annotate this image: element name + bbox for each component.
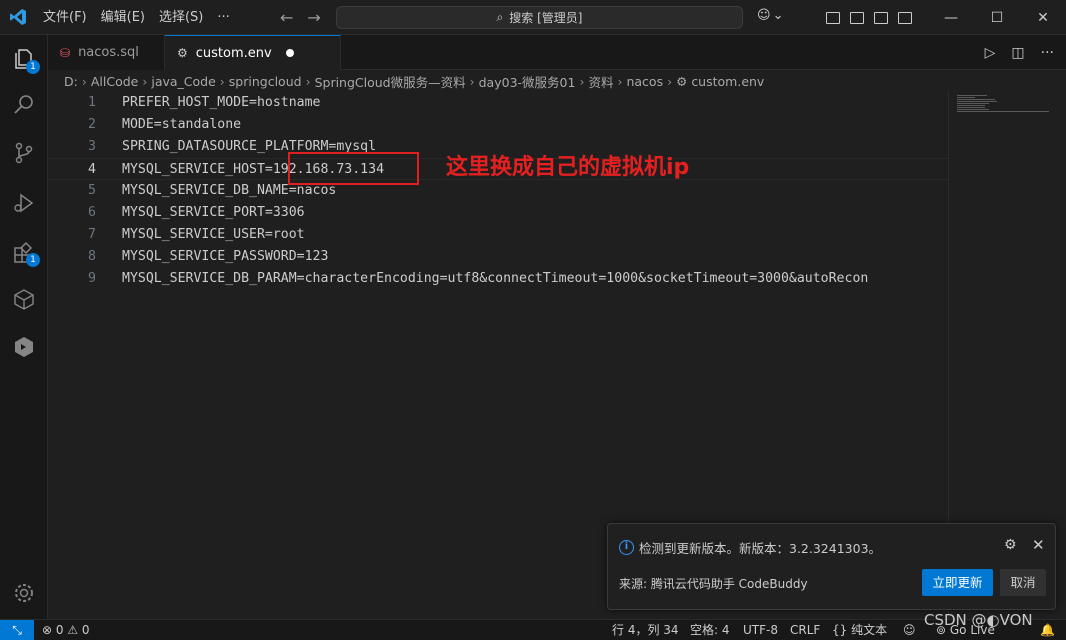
status-bar: ⤡ ⊗ 0 ⚠ 0 行 4，列 34 空格: 4 UTF-8 CRLF {} 纯… <box>0 619 1066 640</box>
line-text[interactable]: PREFER_HOST_MODE=hostname <box>122 92 321 114</box>
cursor-position[interactable]: 行 4，列 34 <box>612 620 679 640</box>
split-editor-icon[interactable]: ◫ <box>1011 45 1024 61</box>
run-debug-icon[interactable] <box>12 191 36 215</box>
editor-tab-bar: ⛁ nacos.sql ⚙ custom.env ▷ ◫ ··· <box>48 35 1066 70</box>
toggle-panel-left-icon[interactable] <box>850 11 864 24</box>
minimize-button[interactable]: — <box>928 0 974 35</box>
maximize-button[interactable]: ☐ <box>974 0 1020 35</box>
line-number: 5 <box>88 183 96 198</box>
code-line[interactable]: 8 MYSQL_SERVICE_PASSWORD=123 <box>48 246 948 268</box>
line-text[interactable]: MYSQL_SERVICE_DB_PARAM=characterEncoding… <box>122 268 868 290</box>
command-center-search[interactable]: ⌕ 搜索 [管理员] <box>336 6 743 29</box>
code-line[interactable]: 2 MODE=standalone <box>48 114 948 136</box>
copilot-status-icon[interactable]: ☺ <box>903 620 916 640</box>
menu-edit[interactable]: 编辑(E) <box>94 0 152 35</box>
language-mode[interactable]: {} 纯文本 <box>832 620 887 640</box>
update-notification: i 检测到更新版本。新版本：3.2.3241303。 ⚙ ✕ 来源: 腾讯云代码… <box>607 523 1056 610</box>
settings-file-icon: ⚙ <box>676 73 688 89</box>
line-text[interactable]: MYSQL_SERVICE_PORT=3306 <box>122 202 305 224</box>
line-number: 4 <box>88 162 96 177</box>
tab-label: custom.env <box>195 45 272 61</box>
breadcrumb-item[interactable]: java_Code <box>151 74 215 89</box>
cancel-button[interactable]: 取消 <box>1000 569 1046 596</box>
tab-nacos-sql[interactable]: ⛁ nacos.sql <box>48 35 165 70</box>
settings-file-icon: ⚙ <box>177 46 188 60</box>
breadcrumb-item[interactable]: custom.env <box>691 74 764 89</box>
search-icon: ⌕ <box>496 10 504 24</box>
annotation-text: 这里换成自己的虚拟机ip <box>446 155 690 180</box>
vscode-logo-icon <box>0 0 36 35</box>
toggle-sidebar-icon[interactable] <box>826 11 840 24</box>
notification-settings-gear-icon[interactable]: ⚙ <box>1004 537 1017 553</box>
unsaved-dot-icon[interactable] <box>285 49 294 57</box>
line-text[interactable]: MYSQL_SERVICE_PASSWORD=123 <box>122 246 328 268</box>
tab-label: nacos.sql <box>78 45 139 60</box>
breadcrumb-item[interactable]: D: <box>64 74 78 89</box>
copilot-menu[interactable]: ☺ ⌄ <box>757 8 783 23</box>
breadcrumb-item[interactable]: SpringCloud微服务—资料 <box>315 72 466 91</box>
breadcrumb-item[interactable]: day03-微服务01 <box>479 72 576 91</box>
copilot-icon: ☺ <box>757 8 771 23</box>
notifications-bell-icon[interactable]: 🔔 <box>1040 620 1055 640</box>
menu-selection[interactable]: 选择(S) <box>152 0 210 35</box>
manage-gear-icon[interactable] <box>12 581 36 605</box>
close-window-button[interactable]: ✕ <box>1020 0 1066 35</box>
ip-highlight-box <box>288 152 419 185</box>
explorer-badge: 1 <box>26 60 40 74</box>
back-arrow-icon[interactable]: ← <box>280 8 293 27</box>
line-number: 1 <box>88 95 96 110</box>
line-number: 3 <box>88 139 96 154</box>
search-icon[interactable] <box>12 93 36 117</box>
toggle-panel-icon[interactable] <box>874 11 888 24</box>
codebuddy-icon[interactable] <box>12 335 36 359</box>
breadcrumb-item[interactable]: 资料 <box>588 72 613 91</box>
activity-bar: 1 1 <box>0 35 48 619</box>
tab-custom-env[interactable]: ⚙ custom.env <box>165 35 341 70</box>
more-actions-icon[interactable]: ··· <box>1041 45 1054 61</box>
source-control-icon[interactable] <box>12 141 36 165</box>
breadcrumb-item[interactable]: nacos <box>626 74 663 89</box>
line-text[interactable]: MODE=standalone <box>122 114 241 136</box>
command-center-label: 搜索 [管理员] <box>509 11 583 25</box>
chevron-down-icon: ⌄ <box>772 8 784 23</box>
code-line[interactable]: 9 MYSQL_SERVICE_DB_PARAM=characterEncodin… <box>48 268 948 290</box>
encoding-indicator[interactable]: UTF-8 <box>743 620 778 640</box>
remote-explorer-icon[interactable] <box>12 287 36 311</box>
code-line[interactable]: 7 MYSQL_SERVICE_USER=root <box>48 224 948 246</box>
run-play-icon[interactable]: ▷ <box>985 45 996 61</box>
line-number: 9 <box>88 271 96 286</box>
menu-file[interactable]: 文件(F) <box>36 0 94 35</box>
breadcrumb: D: › AllCode › java_Code › springcloud › Spr… <box>64 72 765 91</box>
line-number: 2 <box>88 117 96 132</box>
notification-message: 检测到更新版本。新版本：3.2.3241303。 <box>639 541 882 556</box>
update-now-button[interactable]: 立即更新 <box>922 569 993 596</box>
line-number: 7 <box>88 227 96 242</box>
forward-arrow-icon[interactable]: → <box>307 8 320 27</box>
notification-source: 来源: 腾讯云代码助手 CodeBuddy <box>619 577 808 591</box>
eol-indicator[interactable]: CRLF <box>790 620 820 640</box>
toggle-secondary-sidebar-icon[interactable] <box>898 11 912 24</box>
extensions-badge: 1 <box>26 253 40 267</box>
code-line[interactable]: 6 MYSQL_SERVICE_PORT=3306 <box>48 202 948 224</box>
code-line[interactable]: 1 PREFER_HOST_MODE=hostname <box>48 92 948 114</box>
database-icon: ⛁ <box>60 45 71 60</box>
breadcrumb-item[interactable]: AllCode <box>91 74 139 89</box>
breadcrumb-item[interactable]: springcloud <box>229 74 302 89</box>
menu-more[interactable]: ··· <box>210 0 236 35</box>
notification-close-icon[interactable]: ✕ <box>1032 536 1045 554</box>
indentation-indicator[interactable]: 空格: 4 <box>690 620 730 640</box>
title-bar: 文件(F) 编辑(E) 选择(S) ··· ← → ⌕ 搜索 [管理员] ☺ ⌄ … <box>0 0 1066 35</box>
remote-indicator-icon[interactable]: ⤡ <box>0 620 34 640</box>
line-text[interactable]: MYSQL_SERVICE_USER=root <box>122 224 305 246</box>
csdn-watermark: CSDN @◐VON <box>924 611 1033 629</box>
problems-indicator[interactable]: ⊗ 0 ⚠ 0 <box>42 620 90 640</box>
line-number: 6 <box>88 205 96 220</box>
info-icon: i <box>619 540 634 555</box>
line-number: 8 <box>88 249 96 264</box>
